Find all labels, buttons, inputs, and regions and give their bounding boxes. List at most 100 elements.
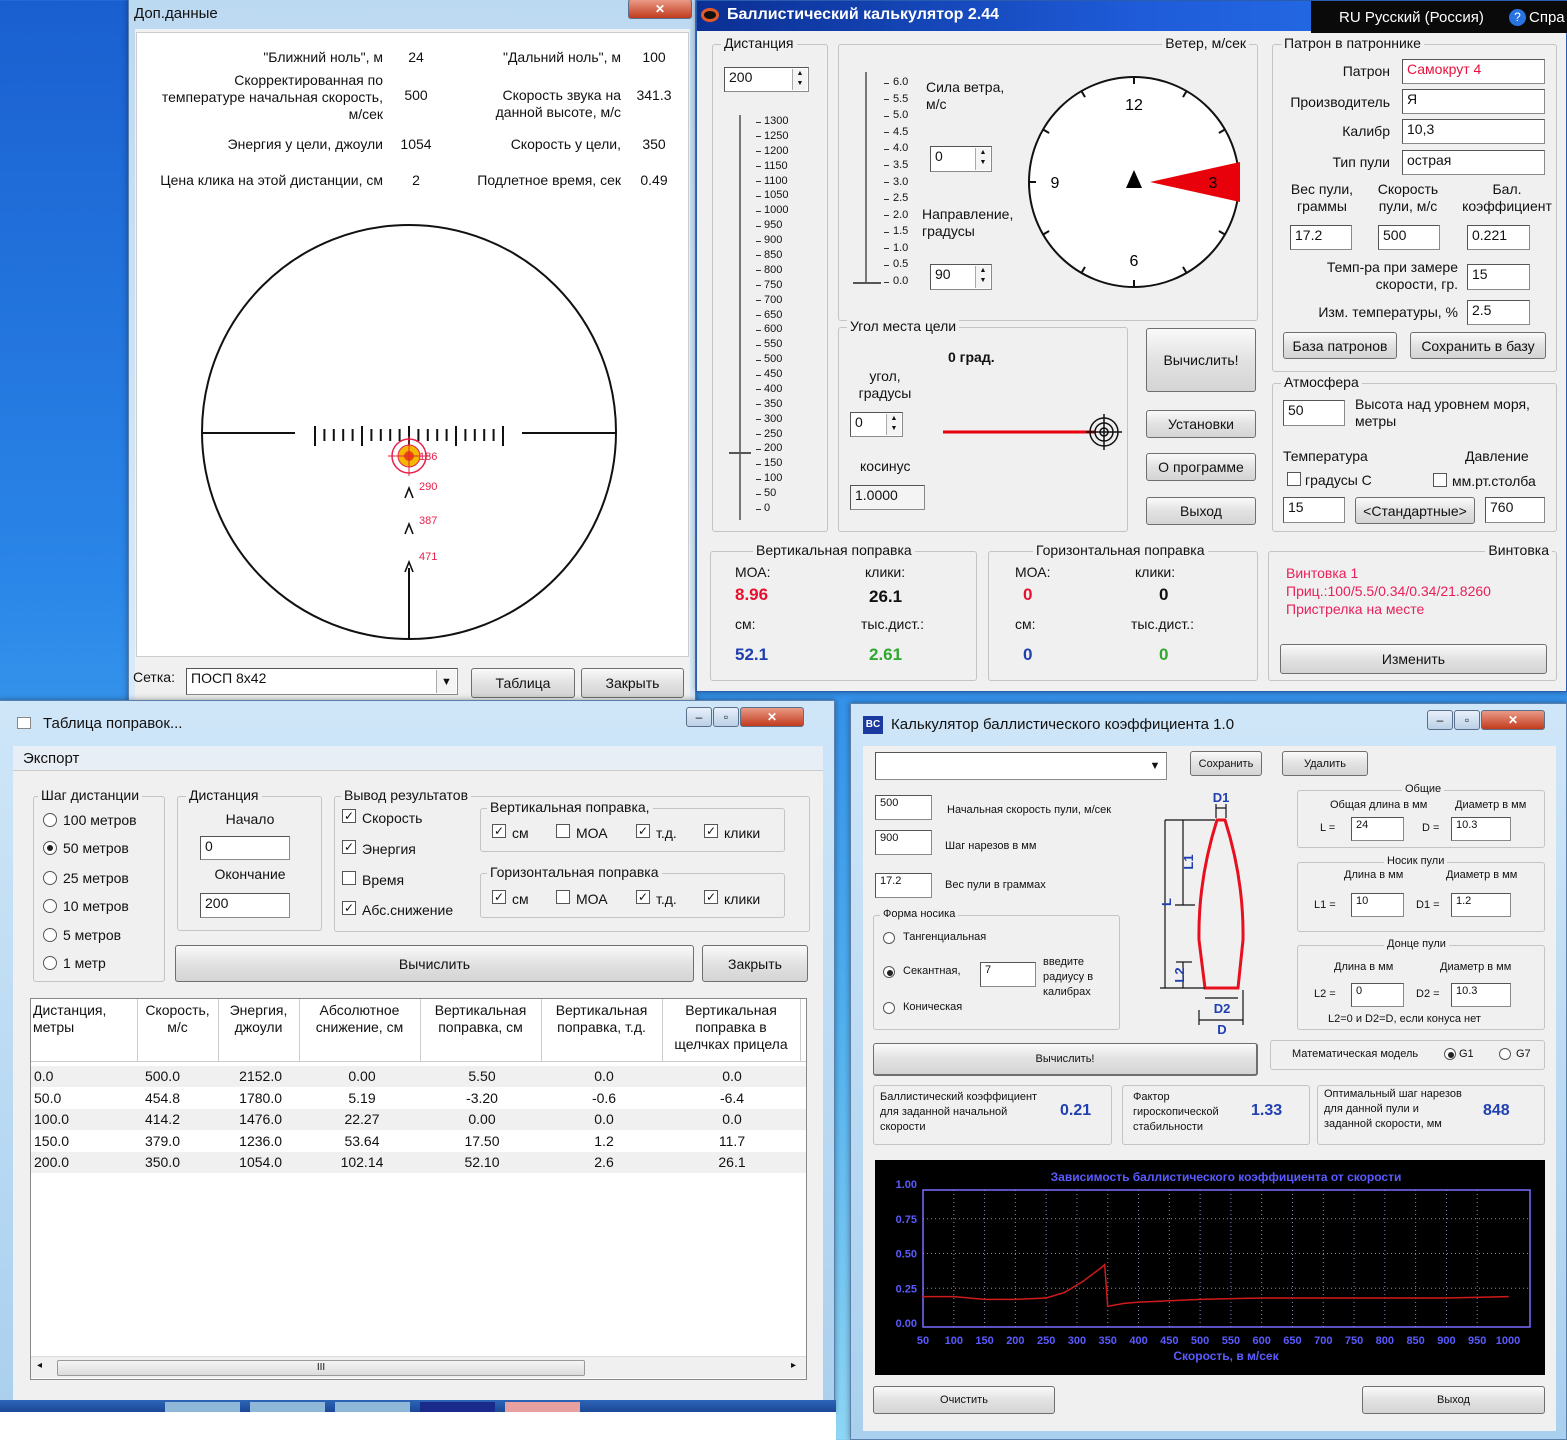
distance-input[interactable]: 200 ▲ ▼ [724,67,809,92]
grid-select[interactable]: ПОСП 8х42 ▼ [186,668,458,695]
close-icon[interactable]: ✕ [740,707,804,727]
horiz-unit-checkbox[interactable]: ✓ [704,890,718,904]
column-header[interactable]: Вертикальная поправка, т.д. [544,1002,659,1036]
column-header[interactable]: Вертикальная поправка, см [423,1002,538,1036]
step-radio[interactable] [43,899,57,913]
spinner-icon[interactable]: ▲ ▼ [975,148,990,170]
scroll-right-icon[interactable]: ▸ [791,1360,796,1371]
d-input[interactable]: 10.3 [1451,817,1511,841]
output-checkbox[interactable]: ✓ [342,901,356,915]
about-button[interactable]: О программе [1146,453,1256,481]
nose-shape-radio[interactable] [883,932,895,944]
horiz-unit-checkbox[interactable]: ✓ [492,890,506,904]
model-g7-radio[interactable] [1499,1048,1511,1060]
v0-input[interactable]: 500 [875,795,932,820]
cartridge-db-button[interactable]: База патронов [1283,332,1397,359]
help-icon[interactable]: ? [1509,9,1526,26]
vert-unit-checkbox[interactable] [556,824,570,838]
calculate-button[interactable]: Вычислить! [1146,328,1256,392]
column-header[interactable]: Вертикальная поправка в щелчках прицела [665,1002,797,1053]
horiz-unit-checkbox[interactable]: ✓ [636,890,650,904]
bc-exit-button[interactable]: Выход [1362,1386,1545,1414]
radius-input[interactable]: 7 [980,962,1036,987]
horizontal-scrollbar[interactable]: ◂ III ▸ [31,1356,806,1378]
l-input[interactable]: 24 [1351,817,1404,841]
language-indicator[interactable]: RU Русский (Россия) [1339,9,1484,26]
bullet-combo[interactable]: ▼ [875,752,1167,780]
bc-field[interactable]: 0.221 [1467,225,1530,250]
close-button[interactable]: Закрыть [581,668,684,698]
model-g1-radio[interactable] [1444,1048,1456,1060]
maximize-icon[interactable]: ▫ [1454,710,1480,730]
pressure-field[interactable]: 760 [1485,497,1545,523]
output-checkbox[interactable]: ✓ [342,840,356,854]
chevron-down-icon[interactable]: ▼ [1145,754,1165,778]
d1-input[interactable]: 1.2 [1451,893,1511,917]
measure-temp-field[interactable]: 15 [1467,264,1530,290]
spinner-icon[interactable]: ▲ ▼ [792,69,807,90]
start-input[interactable]: 0 [200,836,290,860]
wind-slider-track[interactable] [865,72,867,284]
horiz-unit-checkbox[interactable] [556,890,570,904]
wind-direction-input[interactable]: 90 ▲ ▼ [930,264,992,290]
altitude-field[interactable]: 50 [1283,400,1345,426]
step-radio[interactable] [43,928,57,942]
table-calculate-button[interactable]: Вычислить [175,945,694,982]
angle-input[interactable]: 0 ▲ ▼ [850,412,903,437]
taskbar-item[interactable] [420,1402,495,1412]
change-rifle-button[interactable]: Изменить [1280,644,1547,674]
taskbar-item[interactable] [165,1402,240,1412]
vert-unit-checkbox[interactable]: ✓ [492,824,506,838]
maximize-icon[interactable]: ▫ [713,707,739,727]
wind-clock[interactable]: 12 3 6 9 [1024,72,1246,294]
cartridge-field[interactable]: Самокрут 4 [1402,59,1545,84]
exit-button[interactable]: Выход [1146,497,1256,525]
step-radio[interactable] [43,813,57,827]
spinner-icon[interactable]: ▲ ▼ [975,266,990,288]
table-button[interactable]: Таблица [471,668,575,698]
d2-input[interactable]: 10.3 [1451,983,1511,1007]
settings-button[interactable]: Установки [1146,410,1256,438]
output-checkbox[interactable]: ✓ [342,809,356,823]
l2-input[interactable]: 0 [1351,983,1404,1007]
celsius-checkbox[interactable] [1287,472,1301,486]
column-header[interactable]: Абсолютное снижение, см [302,1002,417,1036]
step-radio[interactable] [43,956,57,970]
caliber-field[interactable]: 10,3 [1402,119,1545,144]
end-input[interactable]: 200 [200,893,290,918]
bc-save-button[interactable]: Сохранить [1190,751,1262,776]
column-header[interactable]: Дистанция, метры [33,1002,134,1036]
nose-shape-radio[interactable] [883,966,895,978]
l1-input[interactable]: 10 [1351,893,1404,917]
temperature-field[interactable]: 15 [1283,497,1345,523]
bc-weight-input[interactable]: 17.2 [875,873,932,898]
close-icon[interactable]: ✕ [628,0,692,19]
wind-slider-thumb[interactable] [853,282,881,287]
help-label[interactable]: Спра [1529,9,1565,26]
maker-field[interactable]: Я [1402,89,1545,114]
close-icon[interactable]: ✕ [1481,710,1545,730]
minimize-icon[interactable]: ‒ [1427,710,1453,730]
vert-unit-checkbox[interactable]: ✓ [636,824,650,838]
column-header[interactable]: Скорость, м/с [140,1002,215,1036]
speed-field[interactable]: 500 [1378,225,1440,250]
bc-calculate-button[interactable]: Вычислить! [873,1043,1258,1076]
nose-shape-radio[interactable] [883,1002,895,1014]
save-to-db-button[interactable]: Сохранить в базу [1410,332,1546,359]
taskbar-item[interactable] [335,1402,410,1412]
mmhg-checkbox[interactable] [1433,473,1447,487]
standard-button[interactable]: <Стандартные> [1355,497,1475,524]
taskbar-item[interactable] [505,1402,580,1412]
step-radio[interactable] [43,871,57,885]
distance-slider-track[interactable] [739,115,741,520]
twist-input[interactable]: 900 [875,830,932,855]
bc-delete-button[interactable]: Удалить [1282,751,1368,776]
weight-field[interactable]: 17.2 [1290,225,1352,250]
table-close-button[interactable]: Закрыть [702,945,808,982]
scroll-left-icon[interactable]: ◂ [37,1360,42,1371]
chevron-down-icon[interactable]: ▼ [436,670,456,693]
menu-export[interactable]: Экспорт [23,750,79,767]
temp-change-field[interactable]: 2.5 [1467,300,1530,325]
minimize-icon[interactable]: ‒ [686,707,712,727]
step-radio[interactable] [43,841,57,855]
